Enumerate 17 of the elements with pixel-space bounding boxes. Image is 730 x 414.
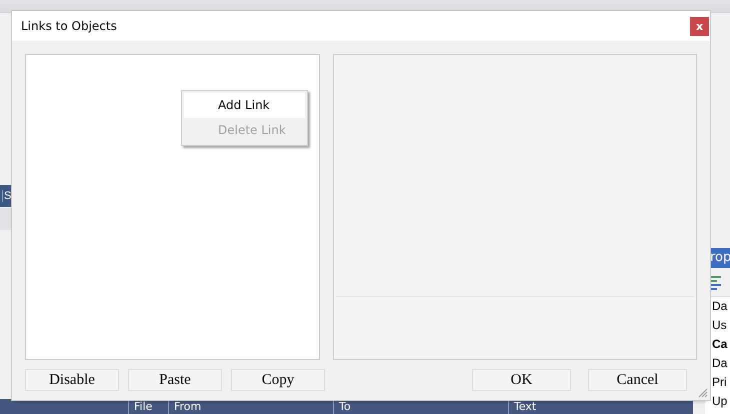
property-label: Da: [711, 298, 728, 315]
side-panel: [0, 208, 12, 230]
dialog-button[interactable]: Disable: [25, 369, 119, 391]
dialog-button[interactable]: Cancel: [588, 369, 687, 391]
dialog-button[interactable]: OK: [472, 369, 571, 391]
property-label: Da: [711, 355, 728, 372]
property-label: Ca: [711, 336, 728, 353]
menu-item[interactable]: Add Link: [184, 93, 305, 118]
window-title: Links to Objects: [21, 19, 117, 33]
property-label: Us: [711, 317, 728, 334]
resize-grip-icon[interactable]: [698, 388, 708, 398]
property-label: Pri: [711, 374, 728, 391]
dialog-button[interactable]: Paste: [128, 369, 222, 391]
close-button[interactable]: x: [690, 16, 709, 36]
dialog-button[interactable]: Copy: [231, 369, 325, 391]
property-label: Up: [711, 393, 728, 410]
links-list[interactable]: [25, 54, 320, 360]
